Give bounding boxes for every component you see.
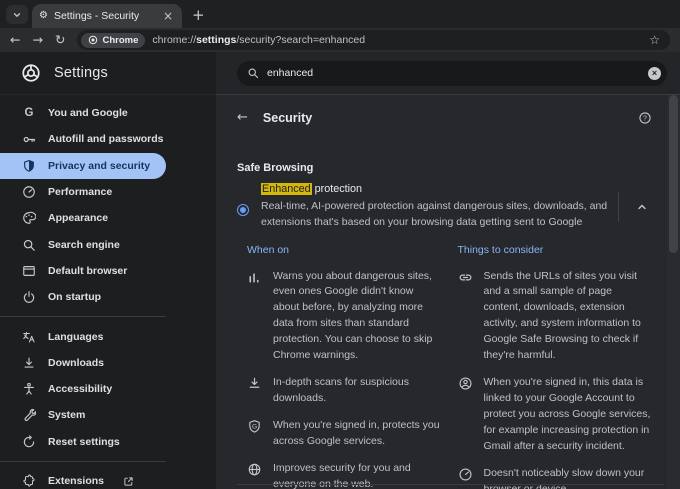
help-icon[interactable]: ? [638, 111, 652, 125]
wrench-icon [21, 408, 37, 422]
clear-search-button[interactable]: × [648, 67, 661, 80]
sidebar-item-search-engine[interactable]: Search engine [0, 231, 166, 257]
new-tab-button[interactable]: + [192, 8, 205, 23]
chrome-settings-logo-icon [21, 63, 41, 83]
speedometer-icon [458, 467, 473, 489]
close-icon[interactable]: × [161, 10, 175, 22]
reload-icon[interactable]: ↻ [55, 34, 65, 47]
settings-search-input[interactable]: enhanced × [237, 61, 667, 86]
sidebar-divider [0, 316, 166, 317]
shield-icon [21, 159, 37, 173]
address-bar[interactable]: Chrome chrome://settings/security?search… [77, 30, 670, 50]
accessibility-icon [21, 382, 37, 396]
browser-window: ⚙ Settings - Security × + ← → ↻ Chrome c… [0, 0, 680, 489]
download-scan-icon [247, 376, 262, 407]
chrome-badge-label: Chrome [102, 35, 138, 46]
enhanced-protection-title: Enhanced protection [261, 183, 610, 195]
list-item: Sends the URLs of sites you visit and a … [458, 269, 653, 365]
sidebar-divider [0, 461, 166, 462]
sidebar-item-extensions[interactable]: Extensions [0, 468, 166, 489]
sidebar-item-downloads[interactable]: Downloads [0, 350, 166, 376]
settings-sidebar: G You and Google Autofill and passwords … [0, 95, 216, 489]
browser-window-icon [21, 264, 37, 278]
puzzle-icon [21, 474, 37, 488]
things-to-consider-column: Things to consider Sends the URLs of sit… [458, 244, 653, 489]
sidebar-item-default-browser[interactable]: Default browser [0, 258, 166, 284]
scrollbar[interactable] [667, 95, 680, 489]
list-item: When you're signed in, this data is link… [458, 375, 653, 455]
link-icon [458, 270, 473, 365]
analytics-icon [247, 270, 262, 365]
sidebar-item-you-and-google[interactable]: G You and Google [0, 100, 166, 126]
back-arrow-icon[interactable]: ← [10, 34, 20, 47]
back-arrow-icon[interactable]: ← [237, 111, 248, 124]
sidebar-item-privacy-and-security[interactable]: Privacy and security [0, 153, 166, 179]
enhanced-protection-description: Real-time, AI-powered protection against… [261, 199, 610, 231]
sidebar-item-appearance[interactable]: Appearance [0, 205, 166, 231]
svg-text:G: G [252, 424, 257, 431]
chrome-badge: Chrome [81, 33, 145, 48]
open-in-new-icon [123, 476, 134, 487]
browser-toolbar: ← → ↻ Chrome chrome://settings/security?… [0, 28, 680, 52]
security-page: ← Security ? Safe Browsing Enhanced prot… [216, 95, 680, 489]
translate-icon [21, 330, 37, 344]
things-to-consider-heading: Things to consider [458, 244, 653, 256]
list-item: Doesn't noticeably slow down your browse… [458, 466, 653, 489]
vertical-divider [618, 192, 619, 222]
account-circle-icon [458, 376, 473, 455]
option-controls [618, 183, 652, 231]
palette-icon [21, 211, 37, 225]
sidebar-item-system[interactable]: System [0, 402, 166, 428]
sidebar-item-on-startup[interactable]: On startup [0, 284, 166, 310]
settings-header-right: enhanced × [216, 52, 680, 95]
page-head: ← Security ? [237, 104, 652, 131]
google-g-icon: G [21, 107, 37, 119]
enhanced-protection-text: Enhanced protection Real-time, AI-powere… [261, 183, 610, 231]
sidebar-item-autofill[interactable]: Autofill and passwords [0, 126, 166, 152]
chevron-down-icon [12, 10, 22, 20]
search-icon [247, 67, 259, 79]
page-title: Settings [54, 65, 108, 81]
settings-header: Settings enhanced × [0, 52, 680, 95]
when-on-column: When on Warns you about dangerous sites,… [247, 244, 442, 489]
settings-header-left: Settings [0, 52, 216, 95]
svg-text:?: ? [643, 115, 647, 122]
protection-details: When on Warns you about dangerous sites,… [237, 244, 652, 489]
search-highlight: Enhanced [261, 183, 312, 195]
security-page-title: Security [263, 111, 312, 125]
reset-icon [21, 435, 37, 449]
when-on-heading: When on [247, 244, 442, 256]
speedometer-icon [21, 185, 37, 199]
tab-search-button[interactable] [6, 5, 28, 24]
chevron-up-icon[interactable] [632, 197, 652, 217]
shield-g-icon: G [247, 419, 262, 450]
enhanced-protection-option: Enhanced protection Real-time, AI-powere… [237, 183, 652, 231]
tab-strip: ⚙ Settings - Security × + [0, 0, 680, 28]
tab-title: Settings - Security [54, 10, 155, 22]
safe-browsing-heading: Safe Browsing [237, 162, 652, 174]
list-item: G When you're signed in, protects you ac… [247, 418, 442, 450]
search-icon [21, 238, 37, 252]
search-value: enhanced [267, 67, 640, 79]
power-icon [21, 290, 37, 304]
list-item: Warns you about dangerous sites, even on… [247, 269, 442, 365]
chromium-logo-icon [88, 35, 98, 45]
list-item: In-depth scans for suspicious downloads. [247, 375, 442, 407]
gear-icon: ⚙ [39, 11, 48, 21]
bookmark-star-icon[interactable]: ☆ [649, 34, 666, 46]
forward-arrow-icon[interactable]: → [32, 34, 42, 47]
sidebar-item-languages[interactable]: Languages [0, 323, 166, 349]
url-text: chrome://settings/security?search=enhanc… [152, 34, 642, 46]
sidebar-item-performance[interactable]: Performance [0, 179, 166, 205]
tab-settings-security[interactable]: ⚙ Settings - Security × [32, 4, 182, 28]
enhanced-protection-radio[interactable] [237, 204, 249, 216]
key-icon [21, 132, 37, 147]
sidebar-item-reset-settings[interactable]: Reset settings [0, 429, 166, 455]
sidebar-item-accessibility[interactable]: Accessibility [0, 376, 166, 402]
download-icon [21, 356, 37, 370]
section-divider [237, 484, 664, 485]
scrollbar-thumb[interactable] [669, 95, 678, 253]
